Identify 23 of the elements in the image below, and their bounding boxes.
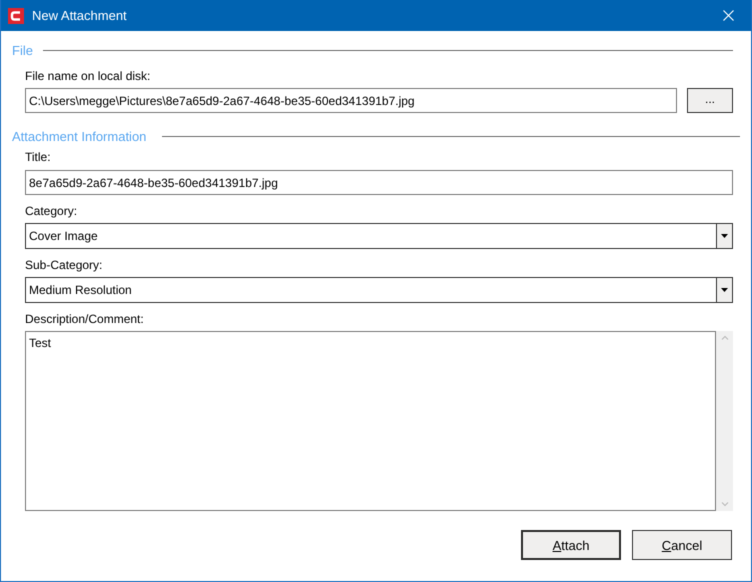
field-label: Category: <box>25 204 78 219</box>
dropdown-arrow-icon[interactable] <box>721 288 728 292</box>
field-label: File name on local disk: <box>25 69 152 84</box>
attach-button[interactable]: Attach <box>521 530 621 560</box>
field-label: Sub-Category: <box>25 258 104 273</box>
dropdown-field[interactable]: Medium Resolution <box>25 277 733 303</box>
group-legend: File <box>12 42 33 58</box>
file-path-field[interactable]: C:\Users\megge\Pictures\8e7a65d9-2a67-4648-be35-60ed341391b7.jpg <box>25 88 677 113</box>
app-logo-icon <box>8 8 24 24</box>
window-title: New Attachment <box>32 8 128 23</box>
dropdown-arrow-icon[interactable] <box>721 234 728 238</box>
title-field[interactable]: 8e7a65d9-2a67-4648-be35-60ed341391b7.jpg <box>25 170 733 195</box>
field-label: Description/Comment: <box>25 312 145 327</box>
cancel-button[interactable]: Cancel <box>632 530 732 560</box>
dropdown-field[interactable]: Cover Image <box>25 223 733 249</box>
scroll-down-icon[interactable] <box>720 502 728 507</box>
browse-button[interactable]: ... <box>687 88 733 113</box>
scroll-up-icon[interactable] <box>720 335 728 340</box>
close-icon <box>722 10 734 21</box>
field-label: Title: <box>25 150 52 165</box>
description-field[interactable]: Test <box>25 331 716 511</box>
group-legend: Attachment Information <box>12 128 146 144</box>
scrollbar[interactable] <box>716 331 733 511</box>
